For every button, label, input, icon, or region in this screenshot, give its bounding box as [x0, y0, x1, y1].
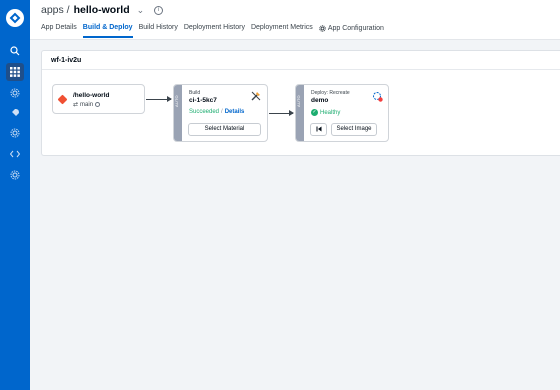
tab-app-configuration-label: App Configuration — [327, 25, 384, 32]
deploy-node[interactable]: AUTO Deploy: Recreate demo ✓ Healthy Sel… — [295, 84, 389, 142]
build-status-text: Succeeded — [189, 109, 220, 115]
branch-name: main — [80, 101, 94, 108]
info-icon[interactable] — [95, 102, 101, 107]
breadcrumb: apps / hello-world ⌄ i — [41, 4, 164, 16]
deploy-status-text: Healthy — [320, 109, 341, 116]
trigger-strip: AUTO — [296, 85, 304, 141]
gear-icon[interactable] — [6, 166, 24, 184]
chevron-down-icon[interactable]: ⌄ — [137, 5, 145, 16]
source-branch: ⇄ main — [73, 101, 101, 108]
app-name: hello-world — [73, 4, 130, 16]
status-separator: / — [221, 109, 223, 115]
source-name: /hello-world — [73, 92, 110, 99]
tab-deployment-history[interactable]: Deployment History — [184, 24, 245, 38]
tab-app-configuration[interactable]: App Configuration — [319, 24, 384, 38]
connector-arrow — [269, 110, 294, 116]
workflow-card: wf-1-iv2u /hello-world ⇄ main AUTO Build… — [41, 50, 560, 156]
sidebar — [0, 0, 30, 390]
build-name: ci-1-5kc7 — [189, 97, 217, 104]
trigger-strip: AUTO — [174, 85, 182, 141]
details-link[interactable]: Details — [225, 109, 245, 115]
deploy-subtitle: Deploy: Recreate — [311, 90, 350, 96]
code-icon[interactable] — [6, 145, 24, 163]
breadcrumb-apps[interactable]: apps / — [41, 4, 70, 16]
build-subtitle: Build — [189, 90, 201, 96]
build-node[interactable]: AUTO Build ci-1-5kc7 Succeeded / Details… — [173, 84, 268, 142]
devtron-logo-icon[interactable] — [6, 9, 24, 27]
connector-arrow — [146, 96, 172, 102]
tab-build-deploy[interactable]: Build & Deploy — [82, 24, 133, 38]
check-circle-icon: ✓ — [311, 109, 318, 116]
cog-icon[interactable] — [6, 124, 24, 142]
branch-icon: ⇄ — [73, 102, 79, 108]
select-material-button[interactable]: Select Material — [188, 123, 261, 136]
gear-icon — [319, 25, 326, 32]
info-icon[interactable]: i — [154, 5, 164, 15]
tab-build-history[interactable]: Build History — [139, 24, 178, 38]
git-icon — [57, 94, 68, 105]
settings-icon[interactable] — [6, 84, 24, 102]
trigger-label: AUTO — [296, 95, 301, 107]
rollback-button[interactable] — [310, 123, 327, 136]
trigger-label: AUTO — [174, 95, 179, 107]
tab-deployment-metrics[interactable]: Deployment Metrics — [251, 24, 313, 38]
app-header: apps / hello-world ⌄ i App Details Build… — [30, 0, 560, 40]
source-node[interactable]: /hello-world ⇄ main — [52, 84, 145, 114]
tab-app-details[interactable]: App Details — [41, 24, 77, 38]
workflow-name: wf-1-iv2u — [42, 51, 560, 70]
app-tabs: App Details Build & Deploy Build History… — [41, 24, 384, 38]
deploy-status: ✓ Healthy — [311, 109, 340, 116]
rollback-icon — [316, 126, 321, 132]
deploy-status-icon — [373, 92, 383, 102]
select-image-button[interactable]: Select Image — [331, 123, 377, 136]
deploy-env-name: demo — [311, 97, 329, 104]
search-icon[interactable] — [6, 42, 24, 60]
tools-icon — [251, 91, 261, 101]
rocket-icon[interactable] — [6, 104, 24, 122]
build-status: Succeeded / Details — [189, 109, 244, 115]
apps-grid-icon[interactable] — [6, 63, 24, 81]
